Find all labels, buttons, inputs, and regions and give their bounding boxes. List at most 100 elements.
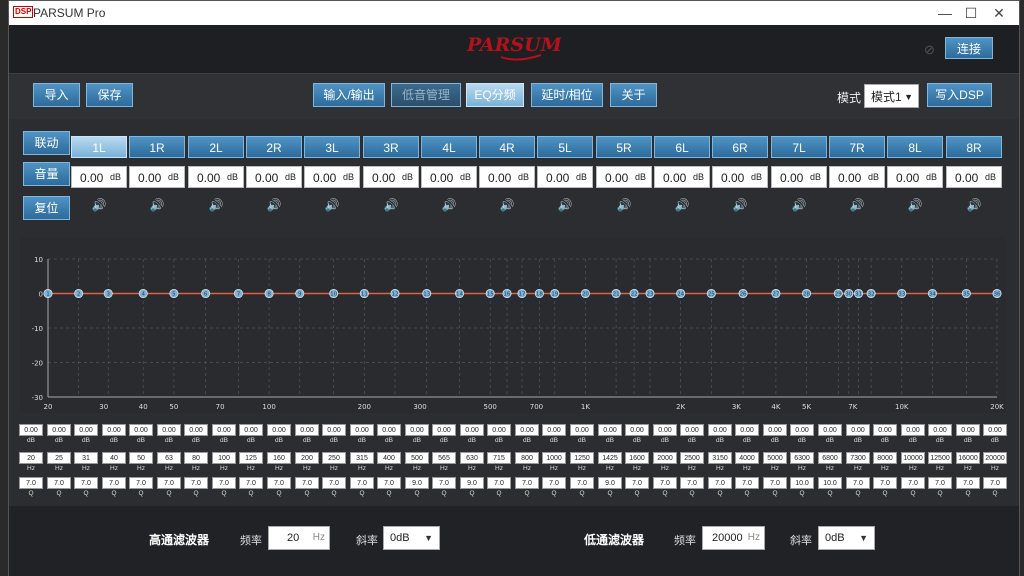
q-input[interactable]: 9.0: [405, 477, 429, 489]
gain-input[interactable]: 0.00: [625, 424, 649, 436]
channel-button-6R[interactable]: 6R: [712, 136, 768, 158]
freq-input[interactable]: 125: [239, 452, 263, 464]
freq-input[interactable]: 20000: [983, 452, 1007, 464]
q-input[interactable]: 7.0: [735, 477, 759, 489]
volume-input[interactable]: 0.00 dB: [654, 166, 710, 188]
close-button[interactable]: ✕: [979, 3, 1019, 23]
gain-input[interactable]: 0.00: [928, 424, 952, 436]
q-input[interactable]: 7.0: [708, 477, 732, 489]
q-input[interactable]: 7.0: [295, 477, 319, 489]
tab-delay-phase[interactable]: 延时/相位: [531, 83, 603, 107]
volume-input[interactable]: 0.00 dB: [363, 166, 419, 188]
q-input[interactable]: 7.0: [129, 477, 153, 489]
channel-button-5R[interactable]: 5R: [596, 136, 652, 158]
freq-input[interactable]: 40: [102, 452, 126, 464]
link-button[interactable]: 联动: [23, 131, 70, 155]
gain-input[interactable]: 0.00: [818, 424, 842, 436]
channel-button-2R[interactable]: 2R: [246, 136, 302, 158]
q-input[interactable]: 7.0: [184, 477, 208, 489]
hp-slope-select[interactable]: 0dB ▼: [383, 526, 440, 550]
q-input[interactable]: 7.0: [763, 477, 787, 489]
gain-input[interactable]: 0.00: [790, 424, 814, 436]
channel-button-8R[interactable]: 8R: [946, 136, 1002, 158]
q-input[interactable]: 7.0: [19, 477, 43, 489]
q-input[interactable]: 7.0: [515, 477, 539, 489]
freq-input[interactable]: 315: [350, 452, 374, 464]
freq-input[interactable]: 400: [377, 452, 401, 464]
freq-input[interactable]: 25: [47, 452, 71, 464]
gain-input[interactable]: 0.00: [873, 424, 897, 436]
gain-input[interactable]: 0.00: [956, 424, 980, 436]
gain-input[interactable]: 0.00: [735, 424, 759, 436]
q-input[interactable]: 7.0: [542, 477, 566, 489]
volume-input[interactable]: 0.00 dB: [304, 166, 360, 188]
q-input[interactable]: 7.0: [350, 477, 374, 489]
gain-input[interactable]: 0.00: [157, 424, 181, 436]
import-button[interactable]: 导入: [33, 83, 80, 107]
q-input[interactable]: 7.0: [928, 477, 952, 489]
gain-input[interactable]: 0.00: [901, 424, 925, 436]
gain-input[interactable]: 0.00: [102, 424, 126, 436]
speaker-icon[interactable]: 🔊: [712, 198, 768, 212]
volume-input[interactable]: 0.00 dB: [537, 166, 593, 188]
save-button[interactable]: 保存: [86, 83, 133, 107]
q-input[interactable]: 7.0: [901, 477, 925, 489]
freq-input[interactable]: 50: [129, 452, 153, 464]
q-input[interactable]: 7.0: [487, 477, 511, 489]
gain-input[interactable]: 0.00: [47, 424, 71, 436]
channel-button-7R[interactable]: 7R: [829, 136, 885, 158]
speaker-icon[interactable]: 🔊: [363, 198, 419, 212]
q-input[interactable]: 7.0: [322, 477, 346, 489]
channel-button-1L[interactable]: 1L: [71, 136, 127, 158]
freq-input[interactable]: 160: [267, 452, 291, 464]
gain-input[interactable]: 0.00: [515, 424, 539, 436]
q-input[interactable]: 7.0: [74, 477, 98, 489]
freq-input[interactable]: 12500: [928, 452, 952, 464]
volume-input[interactable]: 0.00 dB: [129, 166, 185, 188]
q-input[interactable]: 7.0: [653, 477, 677, 489]
channel-button-3R[interactable]: 3R: [363, 136, 419, 158]
q-input[interactable]: 7.0: [102, 477, 126, 489]
q-input[interactable]: 7.0: [983, 477, 1007, 489]
speaker-icon[interactable]: 🔊: [479, 198, 535, 212]
hp-freq-input[interactable]: 20 Hz: [268, 526, 330, 550]
q-input[interactable]: 7.0: [157, 477, 181, 489]
gain-input[interactable]: 0.00: [129, 424, 153, 436]
q-input[interactable]: 7.0: [267, 477, 291, 489]
q-input[interactable]: 7.0: [432, 477, 456, 489]
speaker-icon[interactable]: 🔊: [537, 198, 593, 212]
q-input[interactable]: 7.0: [680, 477, 704, 489]
q-input[interactable]: 7.0: [212, 477, 236, 489]
gain-input[interactable]: 0.00: [846, 424, 870, 436]
freq-input[interactable]: 500: [405, 452, 429, 464]
freq-input[interactable]: 3150: [708, 452, 732, 464]
speaker-icon[interactable]: 🔊: [129, 198, 185, 212]
q-input[interactable]: 7.0: [377, 477, 401, 489]
freq-input[interactable]: 10000: [901, 452, 925, 464]
speaker-icon[interactable]: 🔊: [771, 198, 827, 212]
q-input[interactable]: 9.0: [598, 477, 622, 489]
freq-input[interactable]: 100: [212, 452, 236, 464]
speaker-icon[interactable]: 🔊: [71, 198, 127, 212]
connect-button[interactable]: 连接: [945, 37, 993, 59]
gain-input[interactable]: 0.00: [432, 424, 456, 436]
speaker-icon[interactable]: 🔊: [188, 198, 244, 212]
freq-input[interactable]: 4000: [735, 452, 759, 464]
tab-bass-management[interactable]: 低音管理: [391, 83, 461, 107]
freq-input[interactable]: 16000: [956, 452, 980, 464]
freq-input[interactable]: 1425: [598, 452, 622, 464]
q-input[interactable]: 7.0: [625, 477, 649, 489]
mode-select[interactable]: 模式1 ▼: [864, 84, 919, 108]
lp-slope-select[interactable]: 0dB ▼: [818, 526, 875, 550]
gain-input[interactable]: 0.00: [570, 424, 594, 436]
freq-input[interactable]: 6300: [790, 452, 814, 464]
channel-button-2L[interactable]: 2L: [188, 136, 244, 158]
speaker-icon[interactable]: 🔊: [421, 198, 477, 212]
channel-button-1R[interactable]: 1R: [129, 136, 185, 158]
gain-input[interactable]: 0.00: [708, 424, 732, 436]
freq-input[interactable]: 715: [487, 452, 511, 464]
volume-input[interactable]: 0.00 dB: [421, 166, 477, 188]
channel-button-7L[interactable]: 7L: [771, 136, 827, 158]
freq-input[interactable]: 7300: [846, 452, 870, 464]
volume-input[interactable]: 0.00 dB: [479, 166, 535, 188]
